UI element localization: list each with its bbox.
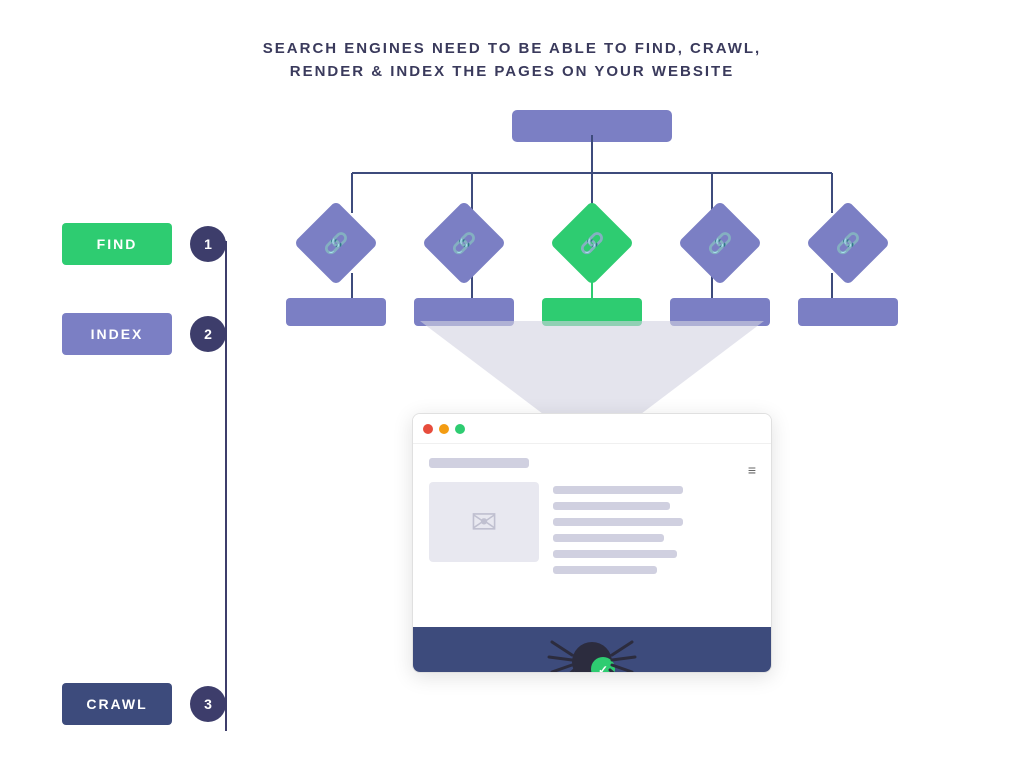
index-label-box: INDEX	[62, 313, 172, 355]
link-icon-2: 🔗	[452, 231, 477, 256]
find-num: 1	[190, 226, 226, 262]
browser-line-2	[553, 502, 670, 510]
link-icon-5: 🔗	[836, 231, 861, 256]
root-node	[512, 110, 672, 142]
browser-image-placeholder: ✉	[429, 482, 539, 562]
link-icon-1: 🔗	[324, 231, 349, 256]
browser-dot-green	[455, 424, 465, 434]
label-index: INDEX 2	[62, 313, 226, 355]
title-line2: RENDER & INDEX THE PAGES ON YOUR WEBSITE	[263, 61, 761, 84]
spider-container: ✓	[547, 627, 637, 673]
link-nodes-row: 🔗 🔗 🔗 🔗 🔗	[272, 213, 912, 273]
find-label-box: FIND	[62, 223, 172, 265]
link-node-1: 🔗	[294, 201, 379, 286]
svg-text:✓: ✓	[598, 663, 608, 673]
link-node-4: 🔗	[678, 201, 763, 286]
browser-menu-icon: ≡	[748, 462, 755, 478]
browser-titlebar	[413, 414, 771, 444]
link-node-5: 🔗	[806, 201, 891, 286]
envelope-icon: ✉	[471, 503, 498, 541]
link-node-3: 🔗	[550, 201, 635, 286]
browser-search-bar	[429, 458, 529, 468]
browser-line-5	[553, 550, 677, 558]
tree-area: 🔗 🔗 🔗 🔗 🔗	[272, 103, 912, 148]
browser-line-1	[553, 486, 683, 494]
left-labels: FIND 1 INDEX 2 CRAWL 3	[62, 223, 226, 725]
link-icon-4: 🔗	[708, 231, 733, 256]
page-container: SEARCH ENGINES NEED TO BE ABLE TO FIND, …	[0, 0, 1024, 780]
browser-lines	[553, 482, 683, 582]
browser-window: ≡ ✉	[412, 413, 772, 673]
browser-dot-red	[423, 424, 433, 434]
label-find: FIND 1	[62, 223, 226, 265]
title-line1: SEARCH ENGINES NEED TO BE ABLE TO FIND, …	[263, 38, 761, 61]
browser-line-3	[553, 518, 683, 526]
link-icon-3: 🔗	[580, 231, 605, 256]
link-node-2: 🔗	[422, 201, 507, 286]
label-crawl: CRAWL 3	[62, 683, 226, 725]
title-area: SEARCH ENGINES NEED TO BE ABLE TO FIND, …	[263, 38, 761, 83]
page-node-5	[798, 298, 898, 326]
browser-line-4	[553, 534, 664, 542]
index-num: 2	[190, 316, 226, 352]
diagram-area: FIND 1 INDEX 2 CRAWL 3	[62, 103, 962, 723]
crawl-label-box: CRAWL	[62, 683, 172, 725]
browser-content: ≡ ✉	[413, 444, 771, 596]
crawl-num: 3	[190, 686, 226, 722]
page-node-1	[286, 298, 386, 326]
browser-dot-yellow	[439, 424, 449, 434]
spider-svg: ✓	[547, 627, 637, 673]
browser-line-6	[553, 566, 657, 574]
